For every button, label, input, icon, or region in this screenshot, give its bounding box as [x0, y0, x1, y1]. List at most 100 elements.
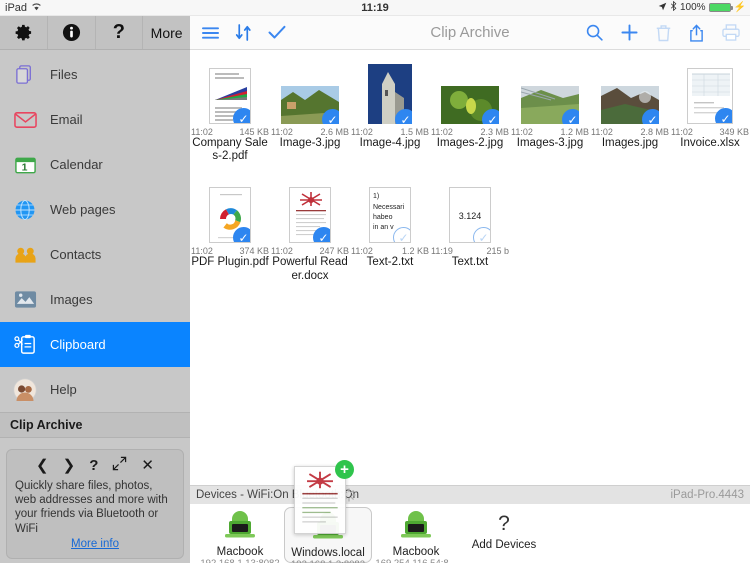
- file-item[interactable]: ✓ 11:02 145 KB Company Sales-2.pdf: [190, 58, 270, 163]
- sidebar-toolbar: ? More: [0, 16, 190, 50]
- sidebar-item-calendar[interactable]: 1 Calendar: [0, 142, 190, 187]
- file-name: Images.jpg: [601, 137, 659, 149]
- file-item[interactable]: 3.124 ✓ 11:19 215 b Text.txt: [430, 177, 510, 282]
- main-panel: Clip Archive ✓ 11:02 145 KB Company Sale…: [190, 16, 750, 563]
- file-thumbnail: 3.124 ✓: [449, 181, 491, 244]
- envelope-icon: [12, 107, 38, 133]
- device-item-add-devices[interactable]: ? Add Devices: [460, 507, 548, 563]
- promo-panel: ❮ ❯ ? ✕ Quickly share files, photos, web…: [6, 448, 184, 559]
- sidebar-item-label: Calendar: [50, 157, 103, 172]
- bluetooth-icon: [670, 0, 677, 14]
- selection-check[interactable]: ✓: [482, 109, 499, 124]
- selection-check[interactable]: ✓: [642, 109, 659, 124]
- selection-check[interactable]: ✓: [562, 109, 579, 124]
- menu-icon[interactable]: [202, 26, 219, 40]
- prev-icon[interactable]: ❮: [36, 456, 49, 474]
- help-button[interactable]: ?: [96, 16, 144, 49]
- file-time: 11:02: [671, 127, 693, 137]
- sidebar-item-web-pages[interactable]: Web pages: [0, 187, 190, 232]
- file-item[interactable]: ✓ 11:02 247 KB Powerful Reader.docx: [270, 177, 350, 282]
- charging-icon: ⚡: [733, 2, 746, 13]
- file-size: 2.6 MB: [320, 127, 349, 137]
- file-name: Image-4.jpg: [359, 137, 421, 149]
- file-thumbnail: ✓: [209, 62, 251, 124]
- file-item[interactable]: ✓ 11:02 349 KB Invoice.xlsx: [670, 58, 750, 163]
- selection-check[interactable]: ✓: [322, 109, 339, 124]
- print-icon: [722, 24, 740, 41]
- sidebar-section-header: Clip Archive: [0, 412, 190, 438]
- navbar: Clip Archive: [190, 16, 750, 50]
- sidebar-item-files[interactable]: Files: [0, 52, 190, 97]
- file-item[interactable]: ✓ 11:02 1.2 MB Images-3.jpg: [510, 58, 590, 163]
- file-name: Invoice.xlsx: [680, 137, 740, 149]
- file-size: 1.2 KB: [401, 246, 429, 257]
- gear-icon: [15, 24, 31, 41]
- sidebar-item-label: Images: [50, 292, 93, 307]
- file-item[interactable]: ✓ 11:02 1.5 MB Image-4.jpg: [350, 58, 430, 163]
- selection-check[interactable]: ✓: [233, 227, 250, 243]
- device-name: Macbook: [216, 546, 264, 558]
- selection-check[interactable]: ✓: [715, 108, 732, 123]
- selection-check[interactable]: ✓: [233, 108, 250, 123]
- sort-icon[interactable]: [235, 24, 252, 41]
- contacts-icon: [12, 242, 38, 268]
- file-meta: 11:02 349 KB: [671, 127, 749, 137]
- sidebar-item-clipboard[interactable]: Clipboard: [0, 322, 190, 367]
- sidebar-item-images[interactable]: Images: [0, 277, 190, 322]
- sidebar-item-email[interactable]: Email: [0, 97, 190, 142]
- question-icon[interactable]: ?: [89, 457, 98, 474]
- file-item[interactable]: ✓ 11:02 2.6 MB Image-3.jpg: [270, 58, 350, 163]
- selection-check[interactable]: ✓: [473, 227, 490, 243]
- close-icon[interactable]: ✕: [141, 456, 154, 474]
- file-item[interactable]: 1) Necessari habeo in an v ✓ 11:02 1.2 K…: [350, 177, 430, 282]
- file-grid-row: ✓ 11:02 145 KB Company Sales-2.pdf ✓ 11:…: [190, 58, 750, 163]
- laptop-icon: [223, 510, 257, 545]
- sidebar-item-label: Files: [50, 67, 78, 82]
- battery-icon: [708, 3, 733, 12]
- selection-check[interactable]: ✓: [313, 227, 330, 243]
- doc-chart-thumb: ✓: [209, 68, 251, 124]
- self-device-name: iPad-Pro.4443: [670, 489, 744, 501]
- calendar-icon: 1: [12, 152, 38, 178]
- more-info-link[interactable]: More info: [15, 538, 175, 550]
- file-name: Images-3.jpg: [516, 137, 584, 149]
- sidebar-item-help[interactable]: Help: [0, 367, 190, 412]
- info-button[interactable]: [48, 16, 96, 49]
- device-item-macbook-2[interactable]: Macbook 169.254.116.54:8...: [372, 507, 460, 563]
- file-item[interactable]: ✓ 11:02 374 KB PDF Plugin.pdf: [190, 177, 270, 282]
- selection-check[interactable]: ✓: [393, 227, 410, 243]
- share-icon[interactable]: [689, 23, 704, 42]
- file-item[interactable]: ✓ 11:02 2.3 MB Images-2.jpg: [430, 58, 510, 163]
- doc-red-thumb: ✓: [289, 187, 331, 244]
- file-item[interactable]: ✓ 11:02 2.8 MB Images.jpg: [590, 58, 670, 163]
- expand-icon[interactable]: [112, 456, 127, 475]
- file-meta: 11:02 1.2 KB: [351, 246, 429, 256]
- navbar-right-actions: [586, 23, 740, 42]
- photo-thumb: ✓: [441, 86, 499, 124]
- clipboard-icon: [12, 332, 38, 358]
- selection-check[interactable]: ✓: [395, 109, 412, 124]
- file-name: Images-2.jpg: [436, 137, 504, 149]
- check-icon[interactable]: [268, 25, 286, 40]
- file-meta: 11:02 145 KB: [191, 127, 269, 137]
- sidebar: ? More Files Email 1 Calendar Web pages …: [0, 16, 190, 563]
- drag-add-badge: +: [335, 460, 354, 479]
- next-icon[interactable]: ❯: [63, 456, 76, 474]
- file-time: 11:02: [351, 127, 373, 137]
- file-time: 11:02: [591, 127, 613, 137]
- file-meta: 11:02 2.8 MB: [591, 127, 669, 137]
- question-icon: ?: [498, 512, 510, 535]
- add-icon[interactable]: [621, 24, 638, 41]
- device-name: Macbook: [392, 546, 440, 558]
- more-button[interactable]: More: [143, 16, 190, 49]
- device-name: Windows.local: [291, 547, 365, 559]
- file-grid: ✓ 11:02 145 KB Company Sales-2.pdf ✓ 11:…: [190, 50, 750, 485]
- sidebar-item-contacts[interactable]: Contacts: [0, 232, 190, 277]
- sidebar-item-label: Email: [50, 112, 83, 127]
- location-arrow-icon: [658, 2, 667, 14]
- search-icon[interactable]: [586, 24, 603, 41]
- file-size: 1.5 MB: [400, 127, 429, 137]
- device-item-macbook-1[interactable]: Macbook 192.168.1.13:8082: [196, 507, 284, 563]
- file-size: 247 KB: [319, 246, 349, 257]
- settings-button[interactable]: [0, 16, 48, 49]
